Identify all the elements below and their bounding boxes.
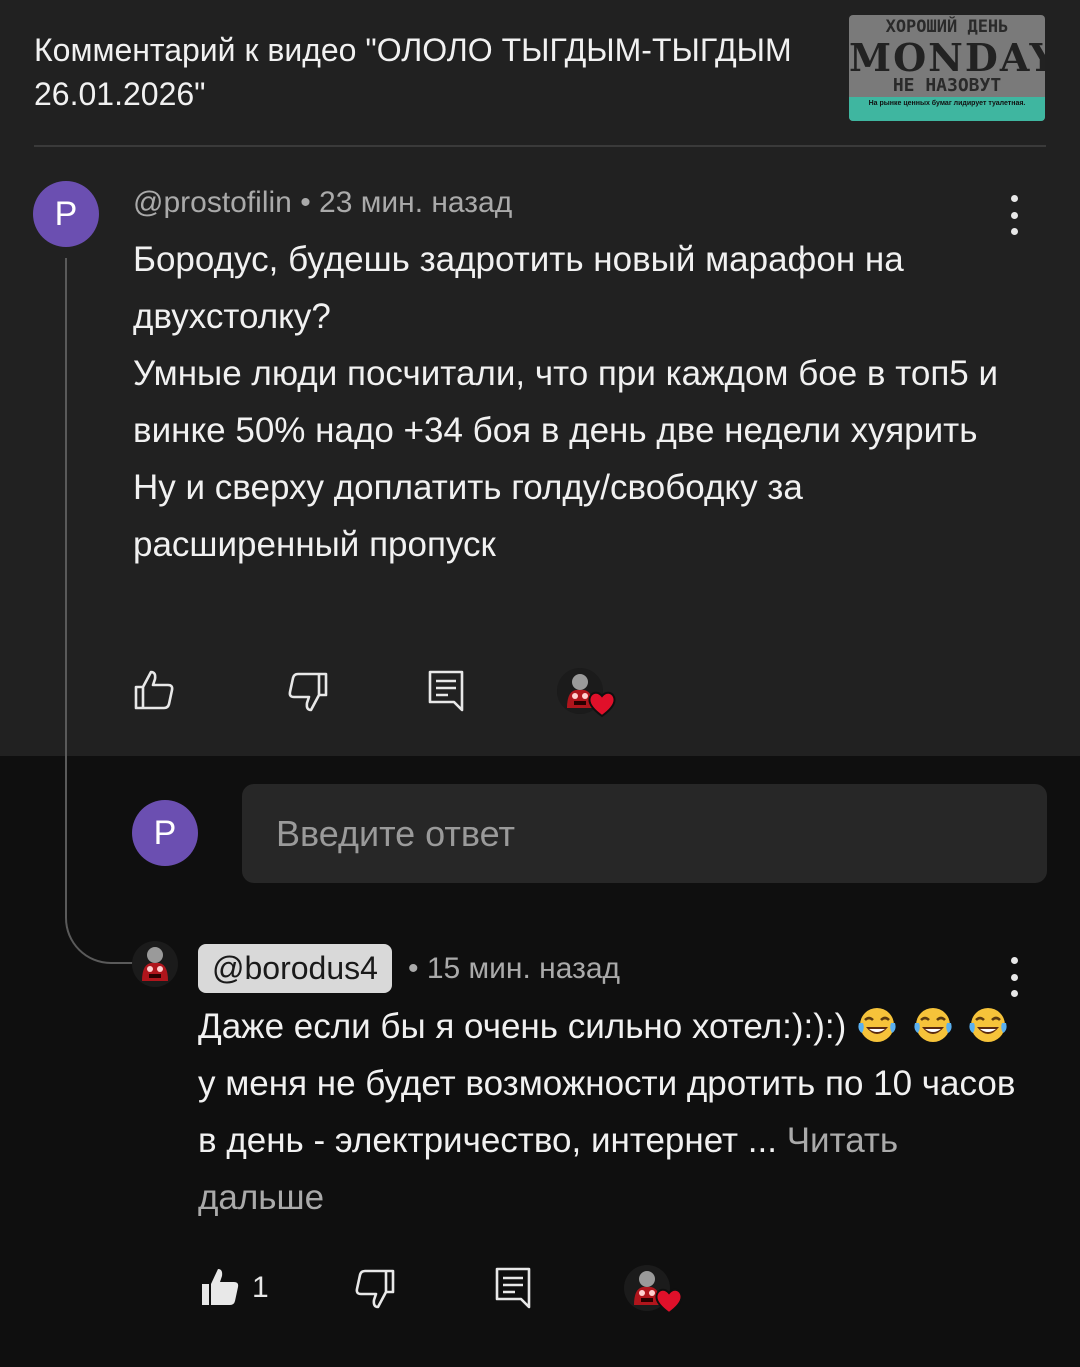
- thumb-up-icon[interactable]: [198, 1265, 242, 1309]
- comment-meta: @prostofilin • 23 мин. назад: [133, 186, 512, 220]
- thumbnail-caption: На рынке ценных бумаг лидирует туалетная…: [849, 97, 1045, 121]
- reply-author-chip[interactable]: @borodus4: [198, 944, 392, 993]
- reply-input[interactable]: [242, 784, 1047, 883]
- thumb-down-icon[interactable]: [286, 670, 330, 714]
- reply-body: Даже если бы я очень сильно хотел:):):) …: [198, 998, 1028, 1226]
- creator-heart-icon[interactable]: [624, 1265, 684, 1315]
- heart-icon: [587, 690, 617, 718]
- thread-line: [65, 258, 135, 964]
- comment-line: Ну и сверху доплатить голду/свободку за …: [133, 468, 803, 564]
- avatar[interactable]: P: [33, 181, 99, 247]
- video-thumbnail[interactable]: ХОРОШИЙ ДЕНЬ MONDAY НЕ НАЗОВУТ На рынке …: [849, 15, 1045, 121]
- reply-text-a: Даже если бы я очень сильно хотел:):):): [198, 1007, 847, 1046]
- thumbnail-line2: MONDAY: [849, 35, 1045, 80]
- reply-time: • 15 мин. назад: [408, 952, 621, 985]
- face-with-tears-of-joy-icon: [967, 1003, 1009, 1045]
- comment-time: • 23 мин. назад: [300, 186, 513, 219]
- like-count: 1: [252, 1271, 269, 1304]
- more-vert-icon[interactable]: [1004, 957, 1024, 997]
- face-with-tears-of-joy-icon: [912, 1003, 954, 1045]
- comment-author[interactable]: @prostofilin: [133, 186, 292, 219]
- page-title: Комментарий к видео "ОЛОЛО ТЫГДЫМ-ТЫГДЫМ…: [34, 32, 792, 112]
- thumb-up-icon[interactable]: [132, 668, 176, 712]
- creator-heart-icon[interactable]: [557, 668, 617, 718]
- thumb-down-icon[interactable]: [353, 1267, 397, 1311]
- thumbnail-line1: ХОРОШИЙ ДЕНЬ: [885, 17, 1009, 37]
- avatar: P: [132, 800, 198, 866]
- more-vert-icon[interactable]: [1004, 195, 1024, 235]
- face-with-tears-of-joy-icon: [856, 1003, 898, 1045]
- comment-body: Бородус, будешь задротить новый марафон …: [133, 231, 1018, 573]
- reply-comment-icon[interactable]: [491, 1265, 535, 1309]
- heart-icon: [654, 1287, 684, 1315]
- avatar[interactable]: [132, 941, 178, 987]
- comment-line: Умные люди посчитали, что при каждом бое…: [133, 354, 999, 450]
- comment-line: Бородус, будешь задротить новый марафон …: [133, 240, 904, 336]
- reply-comment-icon[interactable]: [424, 668, 468, 712]
- header-divider: [34, 145, 1046, 147]
- thumbnail-line3: НЕ НАЗОВУТ: [892, 75, 1002, 96]
